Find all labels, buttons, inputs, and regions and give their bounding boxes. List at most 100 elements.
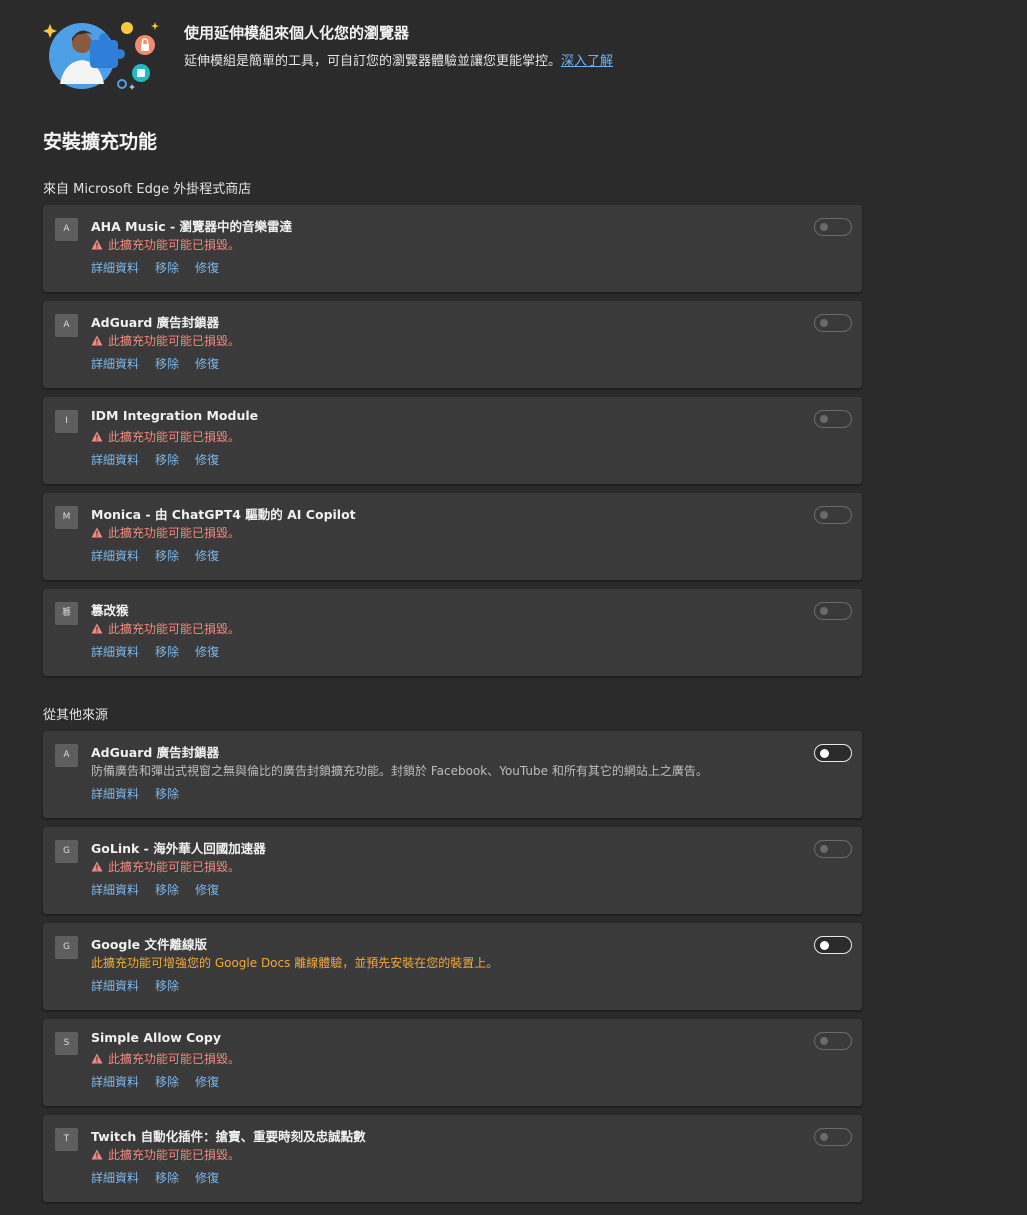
extension-icon: 篡 <box>55 602 78 625</box>
extension-name: 篡改猴 <box>91 603 129 618</box>
details-link[interactable]: 詳細資料 <box>91 645 139 659</box>
extension-toggle[interactable] <box>814 1032 852 1050</box>
extension-actions: 詳細資料 移除 修復 <box>91 547 235 564</box>
extension-icon: S <box>55 1032 78 1055</box>
warning-icon <box>91 1053 104 1067</box>
remove-link[interactable]: 移除 <box>155 1171 179 1185</box>
extension-actions: 詳細資料 移除 修復 <box>91 643 235 660</box>
extension-card: T Twitch 自動化插件：搶寶、重要時刻及忠誠點數 此擴充功能可能已損毀。 詳細資… <box>43 1115 862 1202</box>
remove-link[interactable]: 移除 <box>155 883 179 897</box>
details-link[interactable]: 詳細資料 <box>91 787 139 801</box>
section-title: 來自 Microsoft Edge 外掛程式商店 <box>43 182 252 197</box>
toggle-knob <box>820 319 828 327</box>
extension-warning-status: 此擴充功能可能已損毀。 <box>91 332 240 349</box>
extension-toggle[interactable] <box>814 1128 852 1146</box>
extension-warning-status: 此擴充功能可能已損毀。 <box>91 524 240 541</box>
repair-link[interactable]: 修復 <box>195 645 219 659</box>
warning-icon <box>91 527 104 541</box>
warning-text: 此擴充功能可能已損毀。 <box>108 1052 241 1066</box>
toggle-knob <box>820 511 828 519</box>
extension-actions: 詳細資料 移除 修復 <box>91 881 235 898</box>
details-link[interactable]: 詳細資料 <box>91 1171 139 1185</box>
warning-text: 此擴充功能可能已損毀。 <box>108 238 241 252</box>
remove-link[interactable]: 移除 <box>155 1075 179 1089</box>
details-link[interactable]: 詳細資料 <box>91 979 139 993</box>
extension-icon: I <box>55 410 78 433</box>
toggle-knob <box>820 223 828 231</box>
extension-toggle[interactable] <box>814 218 852 236</box>
details-link[interactable]: 詳細資料 <box>91 261 139 275</box>
extension-card: I IDM Integration Module 此擴充功能可能已損毀。詳細資料 移除… <box>43 397 862 484</box>
remove-link[interactable]: 移除 <box>155 549 179 563</box>
extension-icon: A <box>55 314 78 337</box>
extension-toggle[interactable] <box>814 602 852 620</box>
repair-link[interactable]: 修復 <box>195 453 219 467</box>
warning-icon <box>91 1149 104 1163</box>
extension-icon: M <box>55 506 78 529</box>
extension-toggle[interactable] <box>814 936 852 954</box>
extension-warning-status: 此擴充功能可能已損毀。 <box>91 1146 240 1163</box>
extension-icon: A <box>55 218 78 241</box>
details-link[interactable]: 詳細資料 <box>91 1075 139 1089</box>
section-title: 從其他來源 <box>43 708 109 723</box>
details-link[interactable]: 詳細資料 <box>91 883 139 897</box>
extension-warning-status: 此擴充功能可能已損毀。 <box>91 428 240 445</box>
banner-description-text: 延伸模組是簡單的工具，可自訂您的瀏覽器體驗並讓您更能掌控。 <box>184 54 562 69</box>
extension-name: Monica - 由 ChatGPT4 驅動的 AI Copilot <box>91 507 356 522</box>
extension-card: G Google 文件離線版 此擴充功能可增強您的 Google Docs 離線體驗… <box>43 923 862 1010</box>
extension-warning-status: 此擴充功能可能已損毀。 <box>91 1050 240 1067</box>
warning-text: 此擴充功能可能已損毀。 <box>108 334 241 348</box>
extension-warning-status: 此擴充功能可能已損毀。 <box>91 620 240 637</box>
extension-name: GoLink - 海外華人回國加速器 <box>91 841 266 856</box>
remove-link[interactable]: 移除 <box>155 357 179 371</box>
repair-link[interactable]: 修復 <box>195 1075 219 1089</box>
extension-name: IDM Integration Module <box>91 408 259 423</box>
remove-link[interactable]: 移除 <box>155 453 179 467</box>
banner-description: 延伸模組是簡單的工具，可自訂您的瀏覽器體驗並讓您更能掌控。深入了解 <box>184 50 613 69</box>
extension-card: A AHA Music - 瀏覽器中的音樂雷達此擴充功能可能已損毀。詳細資料 移除 修… <box>43 205 862 292</box>
extension-icon: G <box>55 840 78 863</box>
extension-warning-status: 此擴充功能可能已損毀。 <box>91 858 240 875</box>
repair-link[interactable]: 修復 <box>195 883 219 897</box>
repair-link[interactable]: 修復 <box>195 261 219 275</box>
warning-text: 此擴充功能可能已損毀。 <box>108 526 241 540</box>
extension-actions: 詳細資料 移除 修復 <box>91 259 235 276</box>
extension-icon: G <box>55 936 78 959</box>
remove-link[interactable]: 移除 <box>155 979 179 993</box>
warning-text: 此擴充功能可能已損毀。 <box>108 622 241 636</box>
learn-more-link[interactable]: 深入了解 <box>561 54 613 69</box>
extension-toggle[interactable] <box>814 506 852 524</box>
toggle-knob <box>820 607 828 615</box>
toggle-knob <box>820 748 829 758</box>
extensions-illustration-icon <box>43 22 159 90</box>
extension-toggle[interactable] <box>814 744 852 762</box>
extension-toggle[interactable] <box>814 840 852 858</box>
extension-actions: 詳細資料 移除 修復 <box>91 1073 235 1090</box>
page-title: 安裝擴充功能 <box>43 131 158 153</box>
extension-actions: 詳細資料 移除 修復 <box>91 1169 235 1186</box>
extension-icon: A <box>55 744 78 767</box>
extension-actions: 詳細資料 移除 <box>91 785 195 802</box>
remove-link[interactable]: 移除 <box>155 261 179 275</box>
warning-text: 此擴充功能可能已損毀。 <box>108 1148 241 1162</box>
banner-title: 使用延伸模組來個人化您的瀏覽器 <box>184 24 410 42</box>
warning-icon <box>91 431 104 445</box>
details-link[interactable]: 詳細資料 <box>91 549 139 563</box>
extension-actions: 詳細資料 移除 修復 <box>91 355 235 372</box>
warning-text: 此擴充功能可能已損毀。 <box>108 430 241 444</box>
warning-icon <box>91 239 104 253</box>
extension-name: AHA Music - 瀏覽器中的音樂雷達 <box>91 219 293 234</box>
repair-link[interactable]: 修復 <box>195 1171 219 1185</box>
extension-toggle[interactable] <box>814 314 852 332</box>
remove-link[interactable]: 移除 <box>155 787 179 801</box>
repair-link[interactable]: 修復 <box>195 357 219 371</box>
remove-link[interactable]: 移除 <box>155 645 179 659</box>
details-link[interactable]: 詳細資料 <box>91 357 139 371</box>
extension-card: M Monica - 由 ChatGPT4 驅動的 AI Copilot 此擴充功能… <box>43 493 862 580</box>
extension-toggle[interactable] <box>814 410 852 428</box>
details-link[interactable]: 詳細資料 <box>91 453 139 467</box>
repair-link[interactable]: 修復 <box>195 549 219 563</box>
toggle-knob <box>820 415 828 423</box>
toggle-knob <box>820 845 828 853</box>
extension-name: AdGuard 廣告封鎖器 <box>91 315 220 330</box>
